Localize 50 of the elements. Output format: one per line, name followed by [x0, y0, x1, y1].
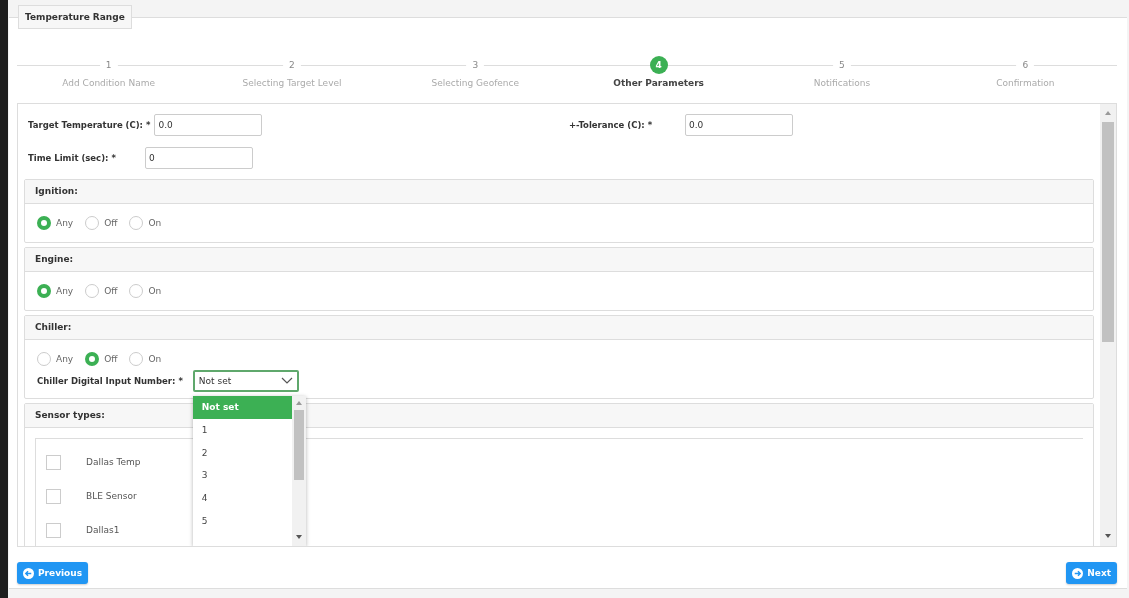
dropdown-option[interactable]: 4 — [192, 487, 292, 510]
radio-label: On — [148, 354, 162, 364]
radio-icon[interactable] — [37, 216, 51, 230]
radio-option[interactable]: Any — [37, 216, 74, 230]
select-label: Chiller Digital Input Number: * — [37, 376, 184, 386]
input-field[interactable]: 0 — [145, 147, 253, 169]
radio-option[interactable]: Any — [37, 352, 74, 366]
sensor-label: BLE Sensor — [86, 491, 137, 501]
step-label[interactable]: Other Parameters — [613, 78, 704, 88]
scrollbar-drawing[interactable] — [291, 396, 306, 546]
radio-label: Off — [104, 218, 118, 228]
sensor-label: Dallas1 — [86, 525, 120, 535]
input-field[interactable]: 0.0 — [154, 114, 263, 136]
radio-option[interactable]: On — [129, 284, 162, 298]
checkbox[interactable] — [46, 488, 61, 504]
chevron-icon — [280, 377, 293, 385]
checkbox[interactable] — [46, 454, 61, 470]
field-label: Time Limit (sec): * — [28, 153, 117, 163]
input-field[interactable]: 0.0 — [685, 114, 793, 136]
radio-option[interactable]: Off — [85, 352, 118, 366]
dropdown-option[interactable]: 2 — [192, 441, 292, 465]
field-label: +-Tolerance (C): * — [569, 120, 654, 130]
radio-icon[interactable] — [85, 352, 100, 366]
panel-title: Temperature Range — [18, 5, 132, 29]
radio-label: Off — [104, 354, 118, 364]
radio-label: On — [148, 218, 162, 228]
radio-option[interactable]: On — [129, 352, 162, 366]
radio-label: Any — [56, 354, 74, 364]
group-title: Engine: — [25, 248, 1093, 272]
group-title: Ignition: — [25, 180, 1093, 204]
dropdown-select[interactable]: Not set — [192, 370, 299, 392]
checkbox[interactable] — [46, 522, 61, 538]
dropdown-option[interactable]: 3 — [192, 464, 292, 488]
group-title: Chiller: — [25, 316, 1093, 340]
arrow-right-icon — [1072, 567, 1084, 579]
arrow-left-icon — [23, 567, 34, 579]
radio-option[interactable]: Any — [37, 284, 74, 298]
dropdown-option[interactable]: 1 — [192, 418, 292, 442]
radio-icon[interactable] — [37, 284, 51, 298]
radio-label: Off — [104, 286, 118, 296]
radio-option[interactable]: Off — [85, 284, 118, 298]
sensor-label: Dallas Temp — [86, 457, 141, 467]
scrollbar-drawing[interactable] — [1100, 104, 1116, 546]
field-label: Target Temperature (C): * — [28, 120, 152, 130]
radio-option[interactable]: Off — [85, 216, 118, 230]
radio-label: Any — [56, 218, 74, 228]
radio-label: Any — [56, 286, 74, 296]
dropdown-option[interactable]: 5 — [192, 510, 292, 533]
radio-label: On — [148, 286, 162, 296]
radio-option[interactable]: On — [129, 216, 162, 230]
